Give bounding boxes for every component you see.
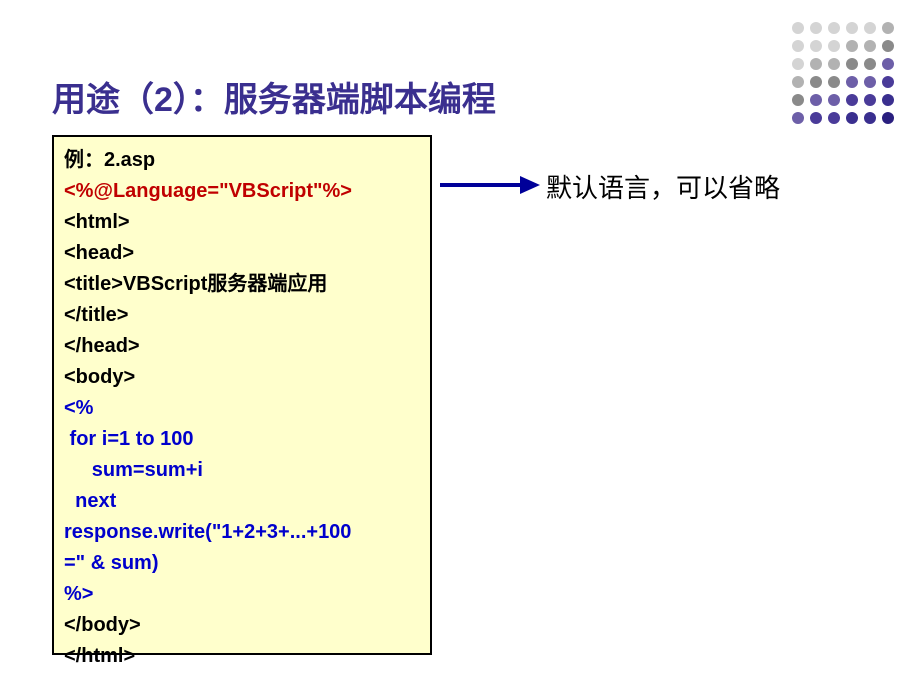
dot-icon <box>828 40 840 52</box>
dot-icon <box>846 94 858 106</box>
annotation-text: 默认语言，可以省略 <box>546 168 780 205</box>
arrow-right-icon <box>440 170 540 200</box>
code-sum-line: sum=sum+i <box>64 455 420 486</box>
corner-dots-decoration <box>792 22 896 126</box>
code-example-label: 例：2.asp <box>64 145 420 176</box>
dot-icon <box>882 22 894 34</box>
dot-icon <box>810 76 822 88</box>
dot-icon <box>846 58 858 70</box>
code-response-line1: response.write("1+2+3+...+100 <box>64 517 420 548</box>
dot-icon <box>828 22 840 34</box>
dot-icon <box>846 112 858 124</box>
code-language-directive: <%@Language="VBScript"%> <box>64 176 420 207</box>
dot-icon <box>810 58 822 70</box>
dot-icon <box>828 94 840 106</box>
dot-icon <box>810 22 822 34</box>
code-head-close: </head> <box>64 331 420 362</box>
dot-icon <box>810 40 822 52</box>
code-response-line2: =" & sum) <box>64 548 420 579</box>
code-title-line: <title>VBScript服务器端应用 <box>64 269 420 300</box>
dot-icon <box>882 58 894 70</box>
code-head-open: <head> <box>64 238 420 269</box>
dot-icon <box>828 76 840 88</box>
dot-icon <box>828 58 840 70</box>
dot-icon <box>810 112 822 124</box>
dot-icon <box>864 94 876 106</box>
code-asp-open: <% <box>64 393 420 424</box>
dot-icon <box>864 40 876 52</box>
dot-icon <box>792 58 804 70</box>
dot-icon <box>864 76 876 88</box>
dot-icon <box>792 94 804 106</box>
code-html-open: <html> <box>64 207 420 238</box>
code-asp-close: %> <box>64 579 420 610</box>
dot-icon <box>792 112 804 124</box>
dot-icon <box>882 112 894 124</box>
dot-icon <box>792 22 804 34</box>
dot-icon <box>846 22 858 34</box>
dot-icon <box>846 40 858 52</box>
dot-icon <box>882 40 894 52</box>
code-next-line: next <box>64 486 420 517</box>
dot-icon <box>882 94 894 106</box>
slide-title: 用途（2）：服务器端脚本编程 <box>52 72 496 121</box>
code-title-close: </title> <box>64 300 420 331</box>
code-for-line: for i=1 to 100 <box>64 424 420 455</box>
code-body-close: </body> <box>64 610 420 641</box>
dot-icon <box>810 94 822 106</box>
dot-icon <box>864 112 876 124</box>
dot-icon <box>846 76 858 88</box>
dot-icon <box>864 58 876 70</box>
dot-icon <box>882 76 894 88</box>
dot-icon <box>792 76 804 88</box>
dot-icon <box>864 22 876 34</box>
code-example-box: 例：2.asp <%@Language="VBScript"%> <html> … <box>52 135 432 655</box>
dot-icon <box>792 40 804 52</box>
code-body-open: <body> <box>64 362 420 393</box>
code-html-close: </html> <box>64 641 420 672</box>
dot-icon <box>828 112 840 124</box>
